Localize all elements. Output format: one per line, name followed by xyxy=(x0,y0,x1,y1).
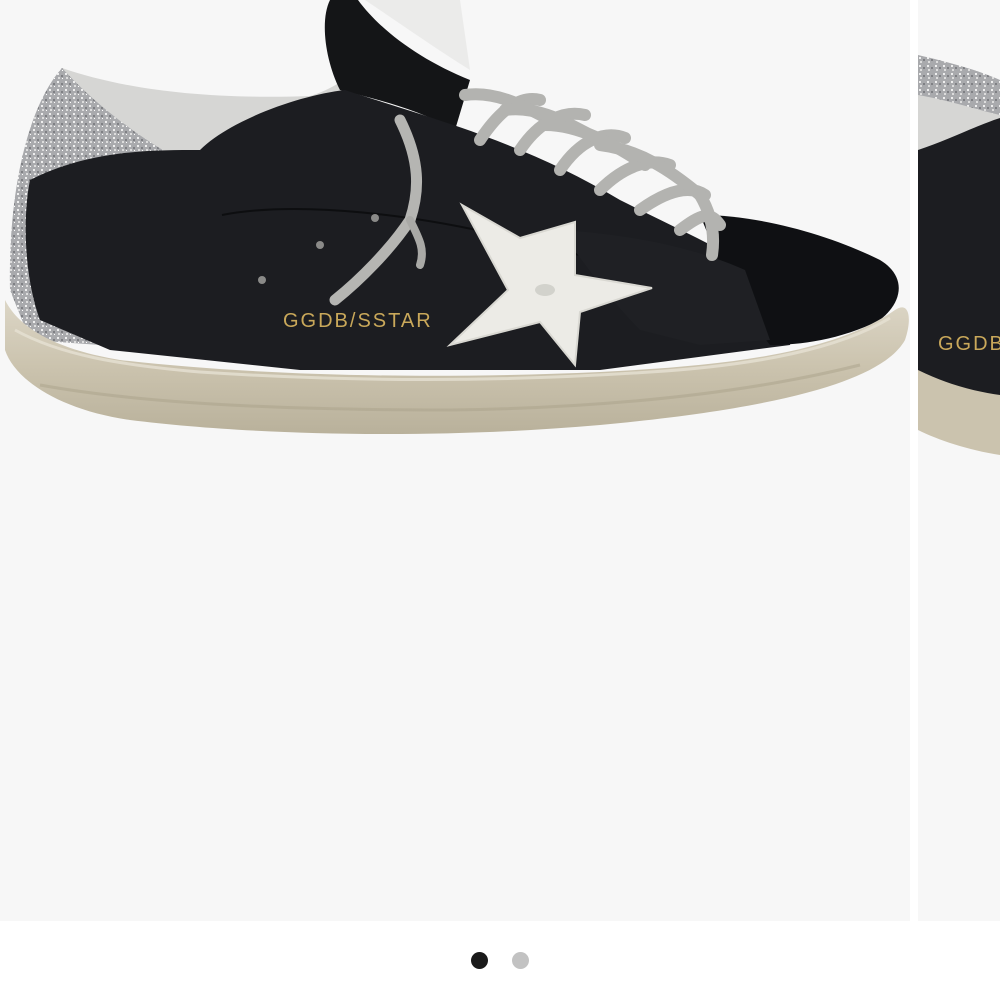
product-image-slide-1[interactable]: GGDB/SSTAR xyxy=(0,0,910,921)
brand-print: GGDB/SSTAR xyxy=(283,310,433,332)
product-image-carousel[interactable]: GGDB/SSTAR GGDB/ xyxy=(0,0,1000,921)
pagination-dot-1[interactable] xyxy=(471,952,488,969)
pagination-dot-2[interactable] xyxy=(512,952,529,969)
brand-print-partial: GGDB/ xyxy=(938,333,1000,355)
product-image-slide-2[interactable]: GGDB/ xyxy=(918,0,1000,921)
carousel-pagination xyxy=(0,921,1000,1000)
sneaker-image-partial: GGDB/ xyxy=(918,55,1000,455)
sneaker-image: GGDB/SSTAR xyxy=(5,0,909,435)
